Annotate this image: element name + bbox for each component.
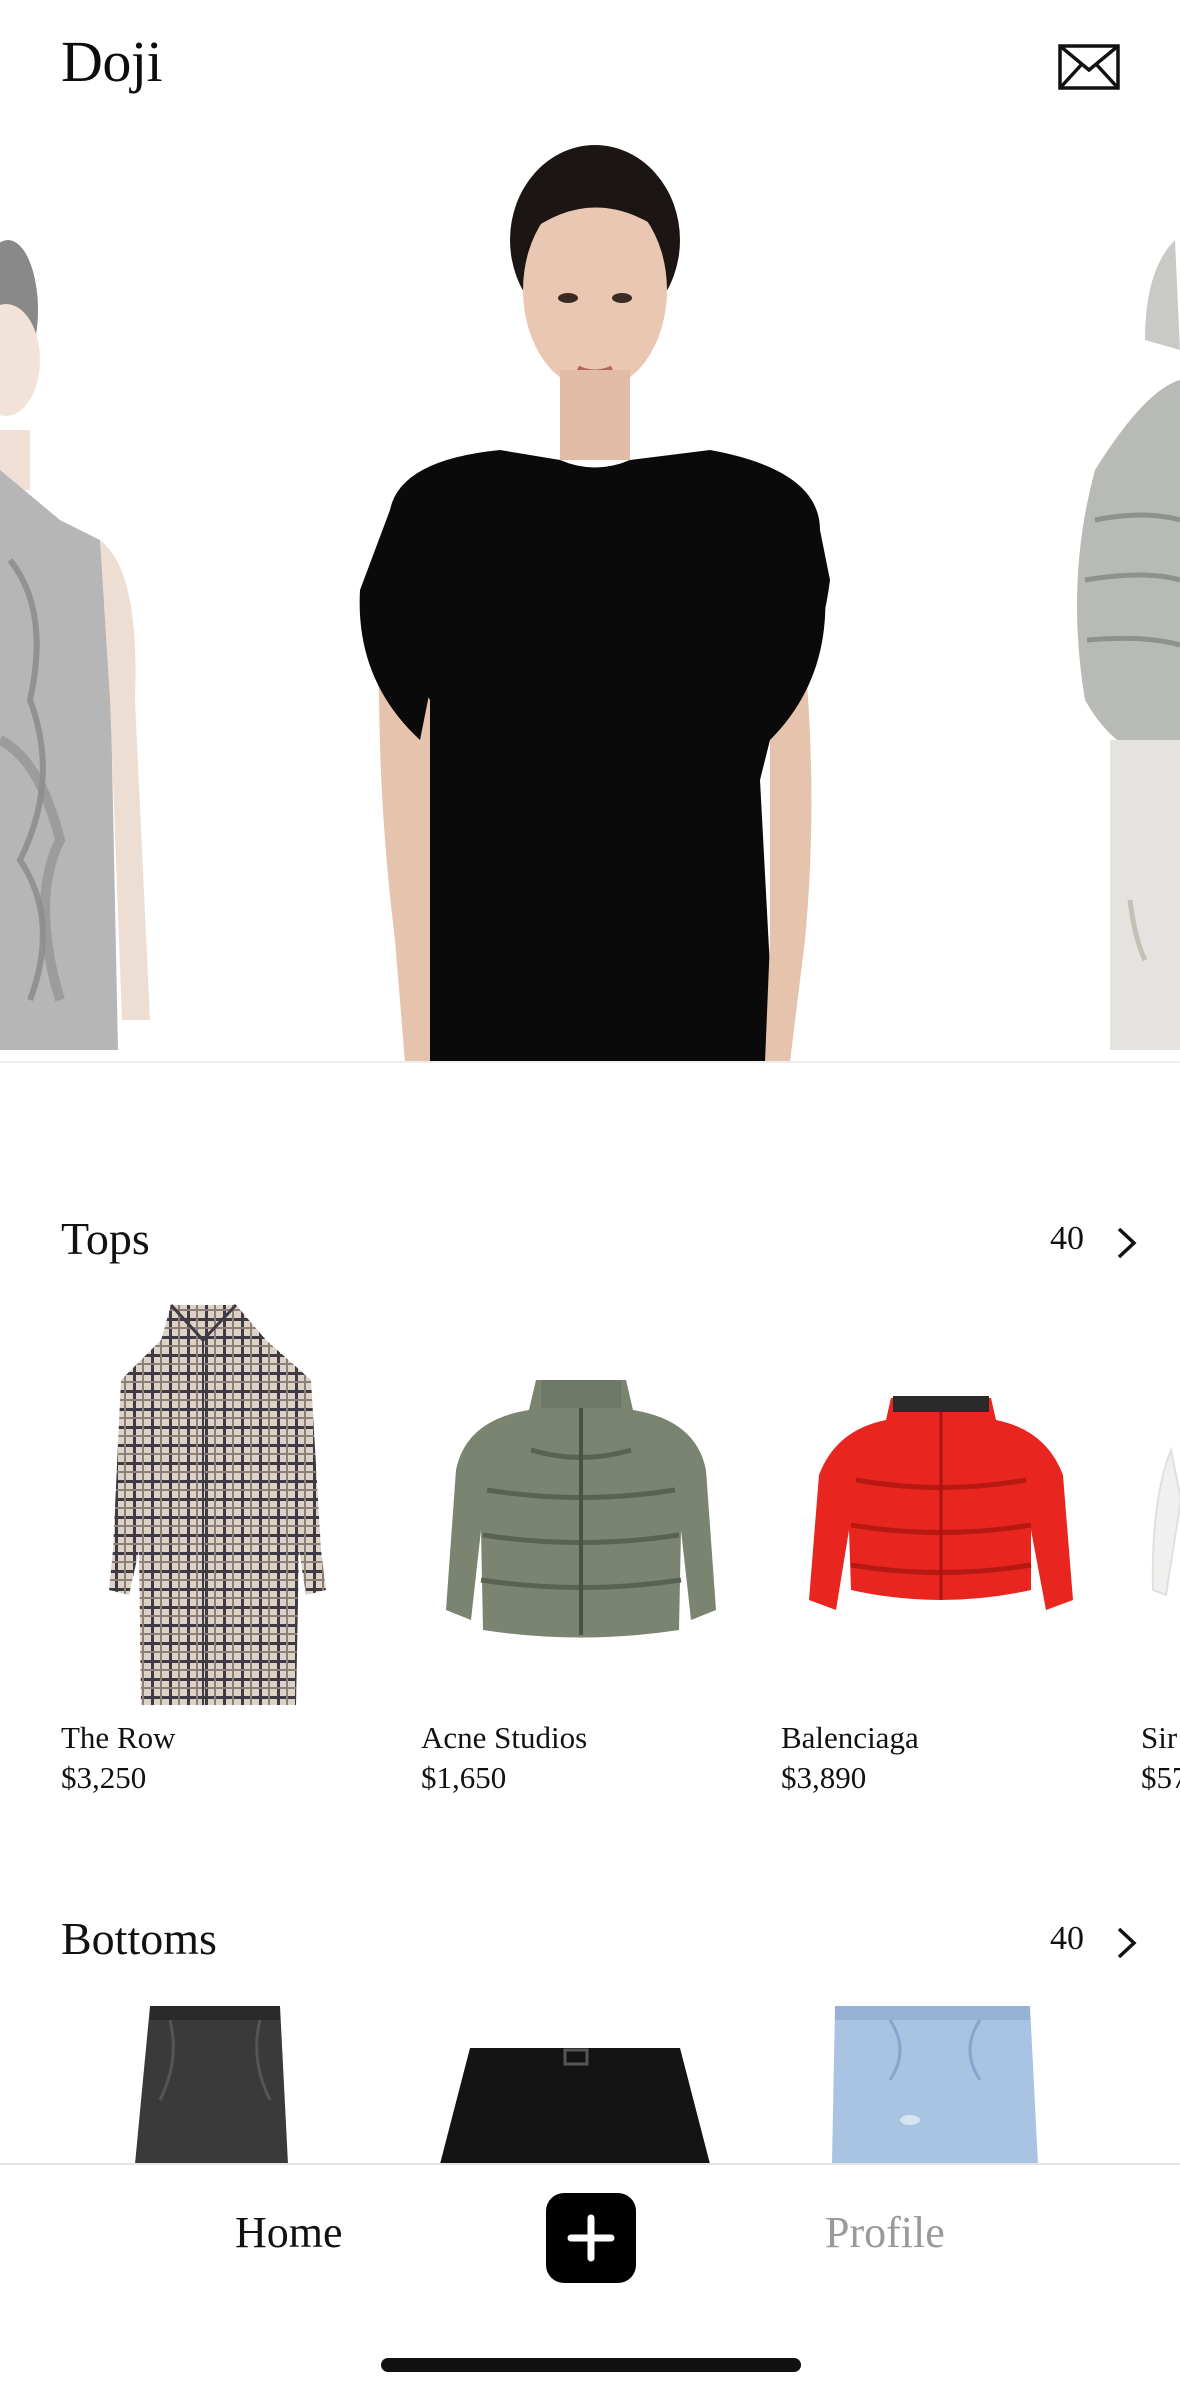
tab-home[interactable]: Home bbox=[235, 2207, 343, 2258]
product-image-red-puffer[interactable] bbox=[781, 1300, 1101, 1710]
add-button[interactable] bbox=[546, 2193, 636, 2283]
product-image-white-top[interactable] bbox=[1141, 1300, 1180, 1710]
app-logo: Doji bbox=[61, 29, 163, 94]
product-brand: Acne Studios bbox=[421, 1720, 588, 1755]
product-image-black-belted-skirt[interactable] bbox=[440, 1990, 710, 2164]
product-price: $3,890 bbox=[781, 1760, 867, 1795]
product-row-bottoms[interactable] bbox=[0, 1990, 1180, 2164]
product-brand: The Row bbox=[61, 1720, 176, 1755]
product-image-olive-puffer[interactable] bbox=[421, 1300, 741, 1710]
product-brand: Balenciaga bbox=[781, 1720, 919, 1755]
hero-carousel[interactable] bbox=[0, 140, 1180, 1062]
envelope-icon[interactable] bbox=[1058, 44, 1120, 90]
section-count: 40 bbox=[1050, 1220, 1084, 1257]
plus-icon bbox=[567, 2214, 615, 2262]
app-header: Doji bbox=[0, 0, 1180, 130]
product-price: $57 bbox=[1141, 1760, 1180, 1795]
section-title: Bottoms bbox=[61, 1913, 217, 1964]
product-brand: Sir bbox=[1141, 1720, 1178, 1755]
hero-divider bbox=[0, 1061, 1180, 1063]
section-count: 40 bbox=[1050, 1920, 1084, 1957]
section-title: Tops bbox=[61, 1213, 150, 1264]
product-price: $1,650 bbox=[421, 1760, 507, 1795]
product-image-light-denim-shorts[interactable] bbox=[830, 1990, 1040, 2164]
section-header-bottoms[interactable]: Bottoms 40 bbox=[0, 1912, 1180, 1972]
product-image-black-denim-shorts[interactable] bbox=[130, 1990, 300, 2164]
chevron-right-icon[interactable] bbox=[1116, 1926, 1138, 1960]
hero-item-left[interactable] bbox=[0, 140, 170, 1050]
chevron-right-icon[interactable] bbox=[1116, 1226, 1138, 1260]
tab-profile[interactable]: Profile bbox=[825, 2207, 945, 2258]
home-indicator[interactable] bbox=[381, 2358, 801, 2372]
product-image-plaid-coat[interactable] bbox=[61, 1300, 381, 1710]
product-price: $3,250 bbox=[61, 1760, 147, 1795]
section-header-tops[interactable]: Tops 40 bbox=[0, 1212, 1180, 1272]
product-row-tops[interactable]: The Row $3,250 Acne Studios $1,650 Balen… bbox=[0, 1300, 1180, 1810]
hero-item-center[interactable] bbox=[350, 140, 830, 1062]
hero-item-right[interactable] bbox=[1025, 140, 1180, 1050]
tab-bar: Home Profile bbox=[0, 2163, 1180, 2396]
